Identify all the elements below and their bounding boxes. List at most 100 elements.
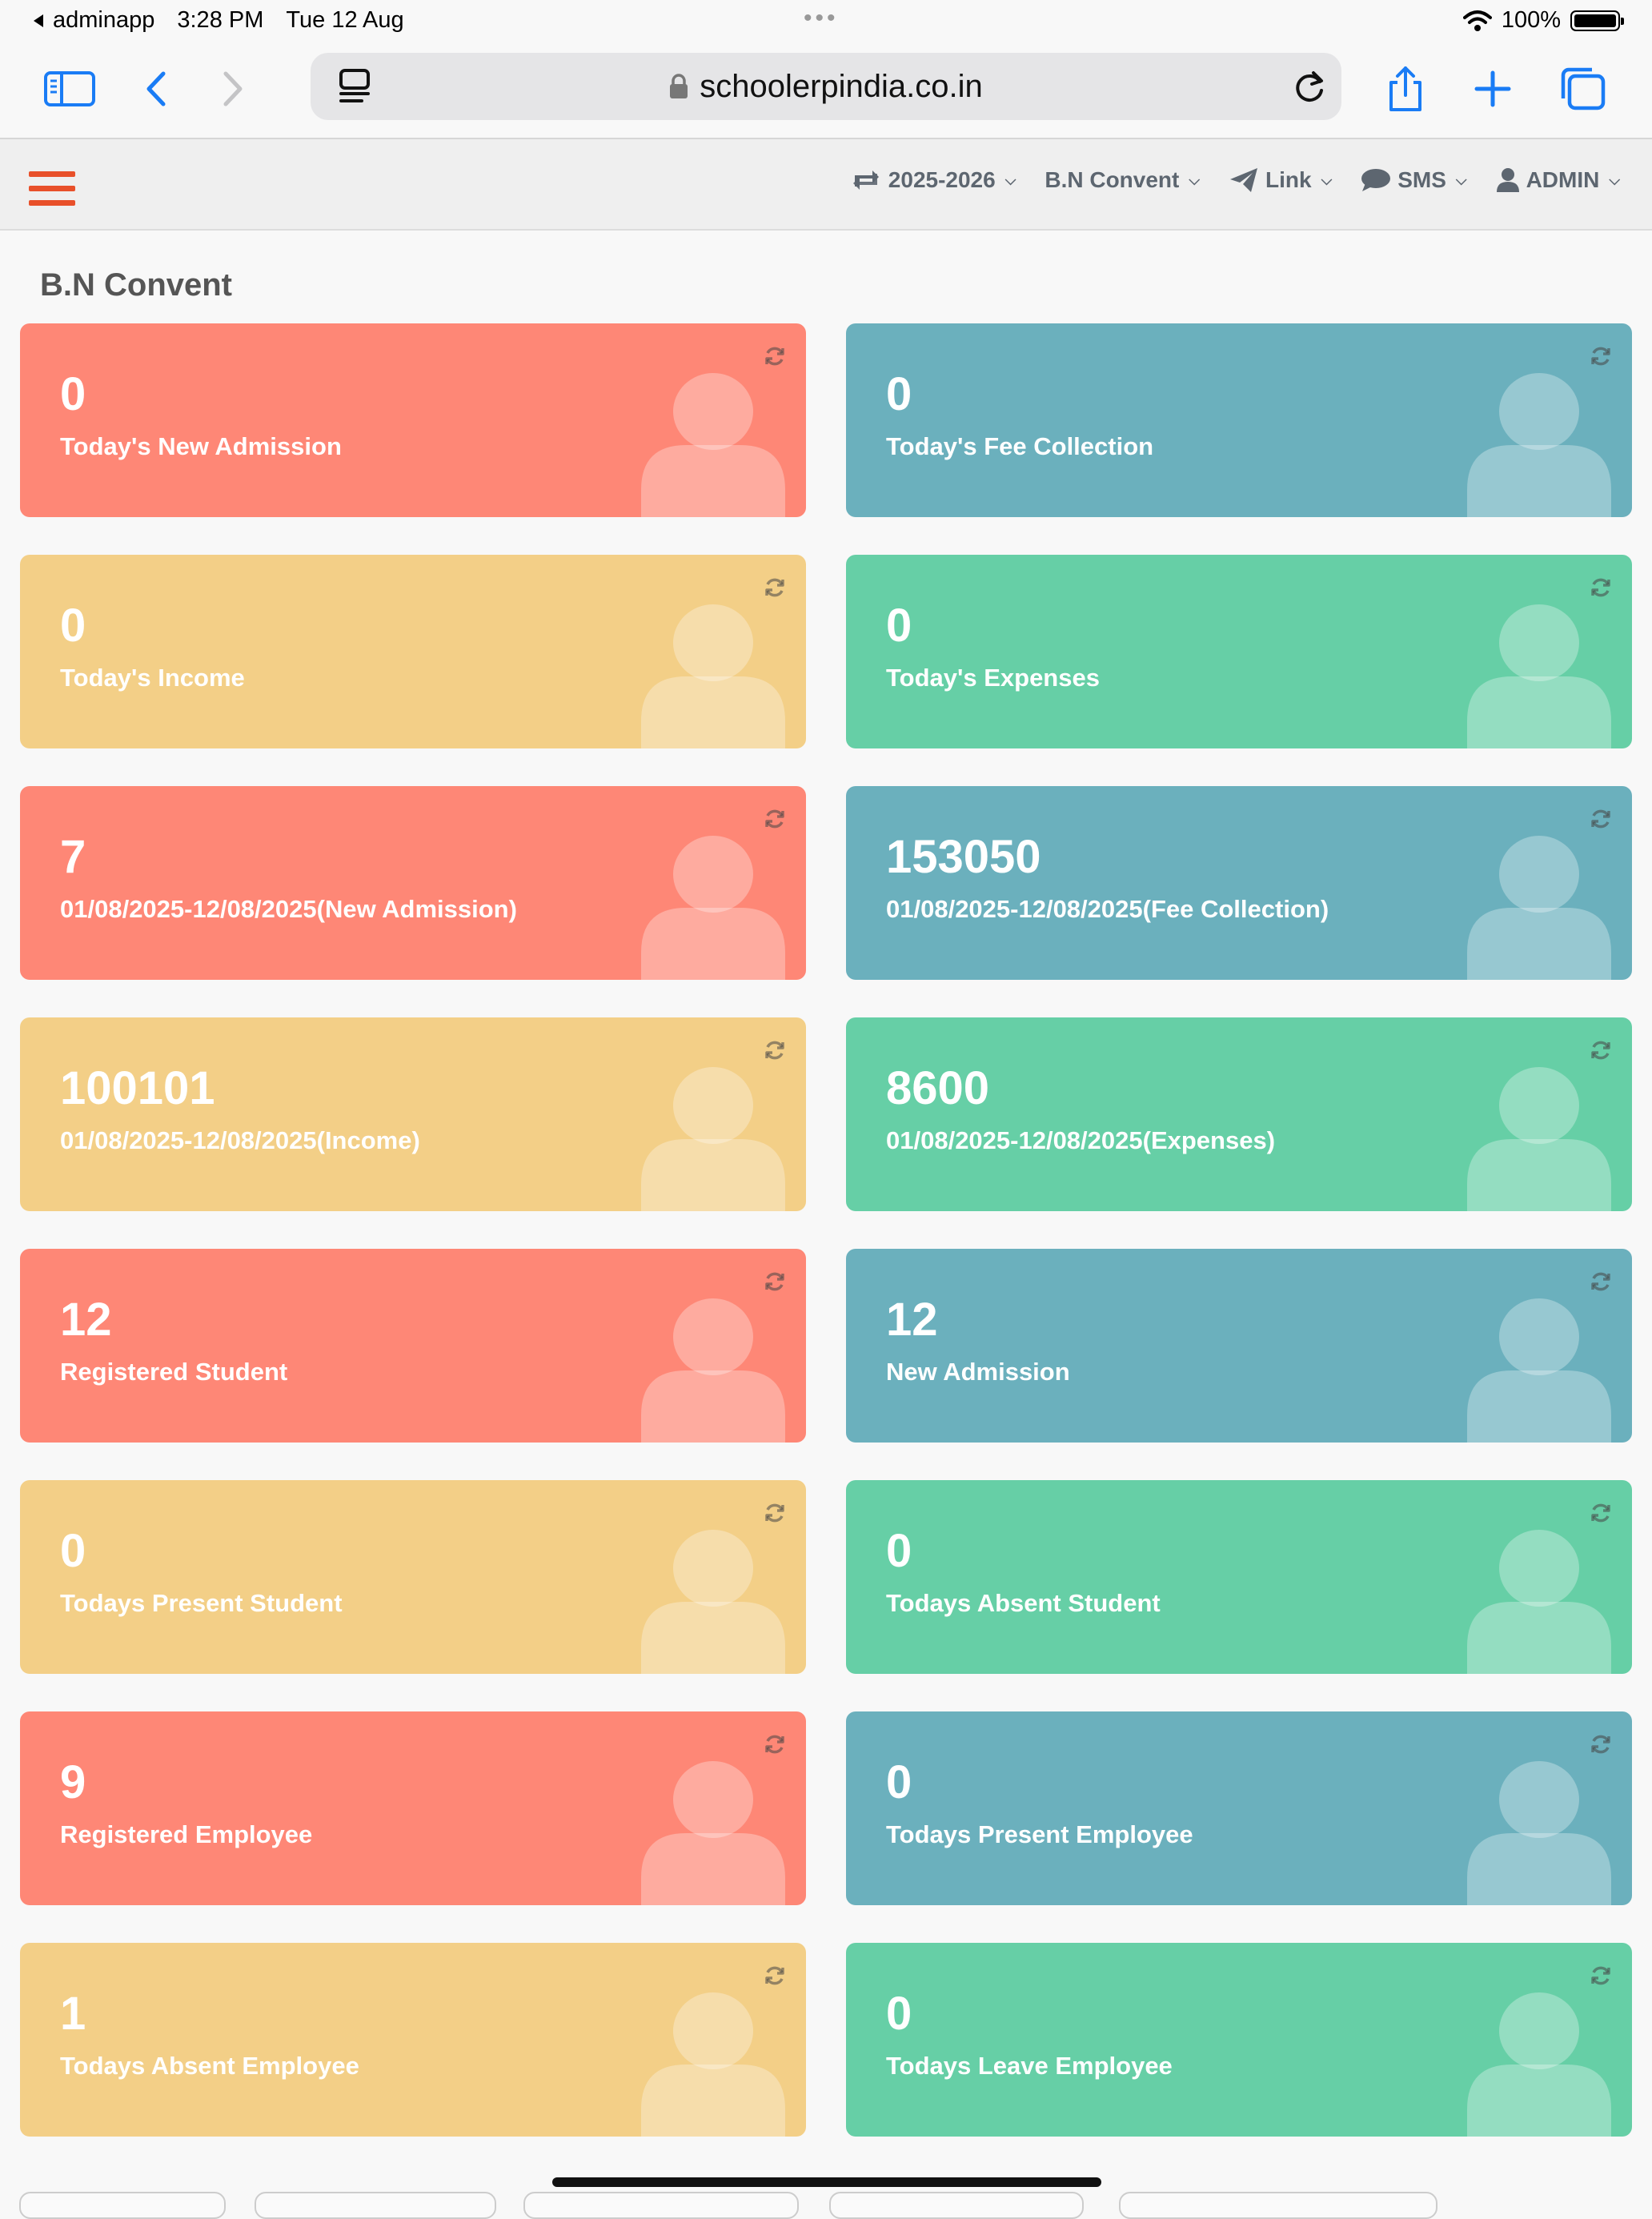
new-tab-plus-icon[interactable] [1465, 61, 1521, 117]
user-silhouette-icon [1467, 1761, 1611, 1905]
session-dropdown[interactable]: 2025-2026 ⌵ [850, 167, 1016, 193]
refresh-icon[interactable] [763, 1732, 787, 1756]
refresh-icon[interactable] [1589, 1501, 1613, 1525]
user-silhouette-icon [641, 1530, 785, 1674]
stat-label: Todays Present Student [60, 1589, 343, 1617]
user-silhouette-icon [641, 1761, 785, 1905]
back-triangle-icon [34, 14, 43, 27]
chevron-down-icon: ⌵ [1321, 171, 1333, 188]
stat-label: Today's New Admission [60, 432, 342, 460]
refresh-icon[interactable] [763, 1964, 787, 1988]
retweet-icon [852, 171, 879, 190]
stat-card[interactable]: 8600 01/08/2025-12/08/2025(Expenses) [846, 1017, 1632, 1211]
stat-value: 9 [60, 1756, 86, 1808]
multitasking-dots-icon[interactable]: ••• [804, 5, 839, 32]
school-dropdown[interactable]: B.N Convent ⌵ [1045, 167, 1200, 193]
stat-card[interactable]: 0 Today's New Admission [20, 323, 806, 517]
stat-card[interactable]: 0 Todays Present Employee [846, 1711, 1632, 1905]
stat-value: 0 [886, 1756, 912, 1808]
refresh-icon[interactable] [763, 807, 787, 831]
stat-card[interactable]: 1 Todays Absent Employee [20, 1943, 806, 2137]
user-silhouette-icon [641, 604, 785, 748]
stat-label: 01/08/2025-12/08/2025(Income) [60, 1126, 420, 1154]
back-to-app-link[interactable]: adminapp [32, 7, 154, 34]
stat-value: 12 [886, 1294, 938, 1346]
user-silhouette-icon [1467, 1067, 1611, 1211]
refresh-icon[interactable] [763, 1038, 787, 1062]
stat-label: 01/08/2025-12/08/2025(Expenses) [886, 1126, 1276, 1154]
school-label: B.N Convent [1045, 167, 1180, 192]
stat-card[interactable]: 0 Today's Fee Collection [846, 323, 1632, 517]
link-label: Link [1265, 167, 1312, 192]
refresh-icon[interactable] [1589, 576, 1613, 600]
admin-label: ADMIN [1526, 167, 1600, 192]
stat-label: Today's Income [60, 664, 245, 692]
user-silhouette-icon [1467, 1298, 1611, 1443]
status-time: 3:28 PM [177, 7, 264, 33]
refresh-icon[interactable] [763, 1501, 787, 1525]
refresh-icon[interactable] [1589, 807, 1613, 831]
sms-dropdown[interactable]: SMS ⌵ [1361, 167, 1467, 193]
stat-card[interactable]: 0 Todays Leave Employee [846, 1943, 1632, 2137]
refresh-icon[interactable] [1589, 1038, 1613, 1062]
app-navbar: 2025-2026 ⌵ B.N Convent ⌵ Link ⌵ SMS ⌵ A… [0, 139, 1652, 231]
share-icon[interactable] [1377, 61, 1433, 117]
tabs-overview-icon[interactable] [1554, 61, 1610, 117]
user-silhouette-icon [1467, 604, 1611, 748]
battery-icon [1570, 10, 1624, 31]
stat-label: Registered Student [60, 1358, 288, 1386]
link-dropdown[interactable]: Link ⌵ [1229, 167, 1332, 194]
user-silhouette-icon [641, 1298, 785, 1443]
stat-card[interactable]: 0 Todays Absent Student [846, 1480, 1632, 1674]
user-silhouette-icon [1467, 373, 1611, 517]
user-silhouette-icon [1467, 1992, 1611, 2137]
refresh-icon[interactable] [1589, 1732, 1613, 1756]
hamburger-menu-icon[interactable] [29, 171, 75, 207]
user-silhouette-icon [641, 1992, 785, 2137]
stat-card[interactable]: 7 01/08/2025-12/08/2025(New Admission) [20, 786, 806, 980]
stat-card[interactable]: 0 Today's Expenses [846, 555, 1632, 748]
stat-value: 0 [886, 368, 912, 420]
address-bar[interactable]: schoolerpindia.co.in [311, 53, 1341, 120]
chevron-down-icon: ⌵ [1609, 171, 1620, 188]
stat-card[interactable]: 12 Registered Student [20, 1249, 806, 1443]
url-text: schoolerpindia.co.in [700, 68, 983, 104]
sidebar-icon[interactable] [42, 61, 98, 117]
lock-icon [670, 74, 688, 98]
stat-card[interactable]: 0 Todays Present Student [20, 1480, 806, 1674]
refresh-icon[interactable] [1589, 1964, 1613, 1988]
forward-arrow-icon[interactable] [205, 61, 261, 117]
refresh-icon[interactable] [763, 1270, 787, 1294]
refresh-icon[interactable] [1589, 344, 1613, 368]
status-date: Tue 12 Aug [286, 7, 404, 33]
user-silhouette-icon [641, 373, 785, 517]
admin-dropdown[interactable]: ADMIN ⌵ [1496, 167, 1620, 193]
stat-card[interactable]: 9 Registered Employee [20, 1711, 806, 1905]
stat-value: 0 [60, 1525, 86, 1577]
reload-icon[interactable] [1282, 58, 1338, 114]
stat-card[interactable]: 12 New Admission [846, 1249, 1632, 1443]
stat-value: 0 [886, 1988, 912, 2040]
stat-label: Today's Expenses [886, 664, 1100, 692]
stat-label: Today's Fee Collection [886, 432, 1154, 460]
stat-label: New Admission [886, 1358, 1070, 1386]
stat-value: 0 [60, 368, 86, 420]
user-silhouette-icon [641, 836, 785, 980]
refresh-icon[interactable] [1589, 1270, 1613, 1294]
back-arrow-icon[interactable] [128, 61, 184, 117]
refresh-icon[interactable] [763, 576, 787, 600]
stat-label: Todays Absent Employee [60, 2052, 359, 2080]
stat-value: 100101 [60, 1062, 215, 1114]
user-icon [1496, 168, 1519, 192]
page-title: B.N Convent [40, 267, 232, 303]
stat-card[interactable]: 153050 01/08/2025-12/08/2025(Fee Collecti… [846, 786, 1632, 980]
stat-label: Todays Absent Student [886, 1589, 1161, 1617]
stat-label: 01/08/2025-12/08/2025(New Admission) [60, 895, 517, 923]
stat-value: 8600 [886, 1062, 990, 1114]
stat-value: 0 [886, 600, 912, 652]
stat-card[interactable]: 0 Today's Income [20, 555, 806, 748]
refresh-icon[interactable] [763, 344, 787, 368]
stat-card[interactable]: 100101 01/08/2025-12/08/2025(Income) [20, 1017, 806, 1211]
stat-value: 0 [886, 1525, 912, 1577]
wifi-icon [1462, 10, 1492, 31]
